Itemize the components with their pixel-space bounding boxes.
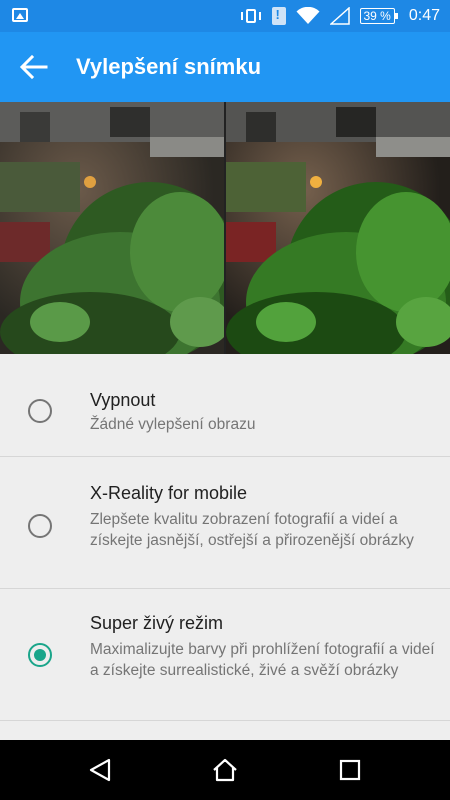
preview-divider [224, 102, 226, 354]
preview-enhanced [226, 102, 450, 354]
preview-image [0, 102, 450, 354]
option-off[interactable]: Vypnout Žádné vylepšení obrazu [0, 354, 450, 456]
option-x-reality[interactable]: X-Reality for mobile Zlepšete kvalitu zo… [0, 457, 450, 588]
clock: 0:47 [408, 7, 440, 24]
status-icons: 39 % 0:47 [240, 0, 440, 32]
signal-icon [329, 7, 350, 25]
wifi-icon [296, 7, 319, 24]
option-title: X-Reality for mobile [90, 483, 248, 503]
page-title: Vylepšení snímku [76, 54, 262, 79]
recents-square-icon[interactable] [337, 757, 363, 783]
radio-super-vivid[interactable] [28, 643, 52, 667]
back-triangle-icon[interactable] [87, 757, 113, 783]
radio-off[interactable] [28, 399, 52, 423]
option-super-vivid[interactable]: Super živý režim Maximalizujte barvy při… [0, 589, 450, 720]
arrow-back-icon[interactable] [18, 53, 48, 81]
option-description: Zlepšete kvalitu zobrazení fotografií a … [90, 511, 414, 549]
option-title: Vypnout [90, 390, 156, 410]
divider [0, 720, 450, 721]
app-bar: Vylepšení snímku [0, 32, 450, 102]
vibrate-icon [240, 7, 262, 25]
status-bar: 39 % 0:47 [0, 0, 450, 32]
sim-alert-icon [271, 7, 286, 25]
battery-icon: 39 % [359, 8, 399, 24]
option-title: Super živý režim [90, 613, 224, 633]
battery-level: 39 % [363, 8, 391, 23]
radio-x-reality[interactable] [28, 514, 52, 538]
preview-original [0, 102, 225, 354]
navigation-bar [0, 740, 450, 800]
home-icon[interactable] [212, 757, 238, 783]
image-notification-icon [12, 8, 28, 22]
option-description: Maximalizujte barvy při prohlížení fotog… [90, 641, 435, 679]
option-description: Žádné vylepšení obrazu [90, 416, 256, 433]
